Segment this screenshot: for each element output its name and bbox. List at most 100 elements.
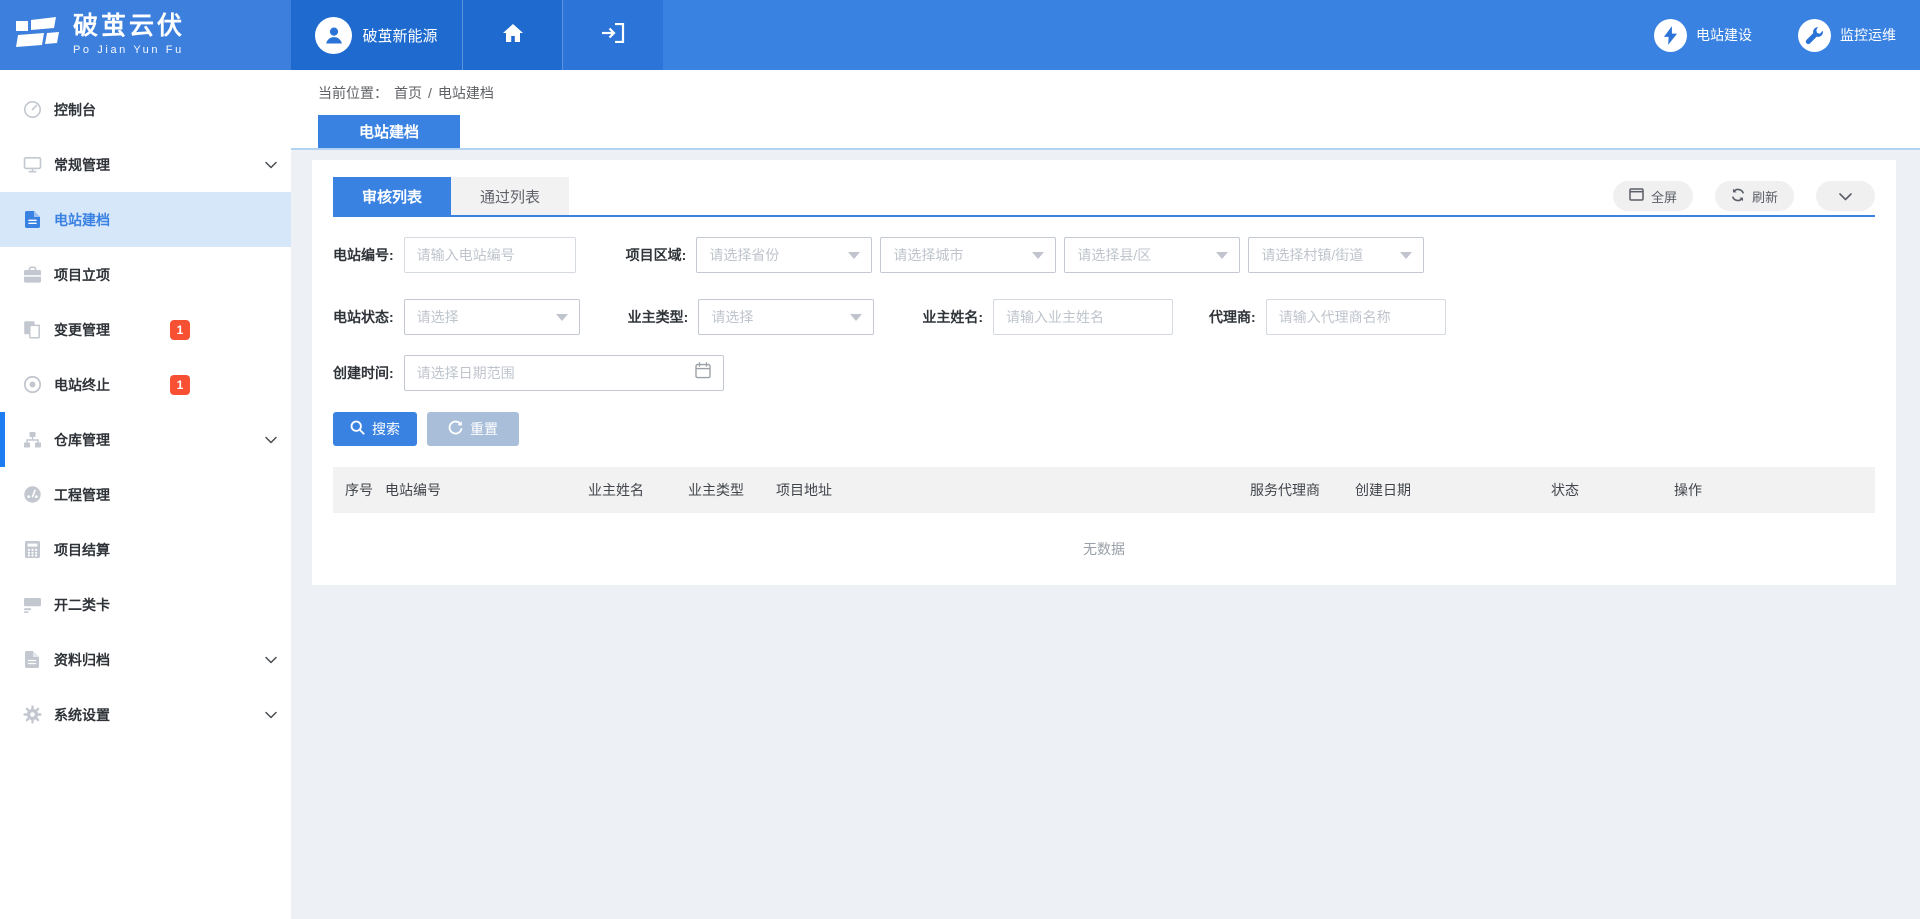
sidebar-item-label: 控制台 <box>54 100 96 120</box>
archive-doc-icon <box>22 650 42 670</box>
collapse-button[interactable] <box>1816 181 1875 211</box>
owner-name-label: 业主姓名: <box>922 307 983 327</box>
chevron-down-icon <box>1839 189 1852 204</box>
sidebar-item-label: 工程管理 <box>54 485 110 505</box>
sidebar-item-open-card[interactable]: 开二类卡 <box>0 577 291 632</box>
column-header-station-no: 电站编号 <box>373 480 576 500</box>
date-range-input[interactable] <box>417 365 695 381</box>
agent-label: 代理商: <box>1209 307 1256 327</box>
company-name: 破茧新能源 <box>362 25 437 46</box>
top-header: 破茧云伏 Po Jian Yun Fu 破茧新能源 <box>0 0 1920 70</box>
filter-actions: 搜索 重置 <box>333 412 1875 446</box>
nav-station-build-label: 电站建设 <box>1696 25 1752 45</box>
owner-type-label: 业主类型: <box>628 307 689 327</box>
breadcrumb-current: 电站建档 <box>438 83 494 103</box>
list-tabs-row: 审核列表 通过列表 全屏 <box>333 177 1875 215</box>
lightning-icon <box>1654 19 1687 52</box>
column-header-owner-type: 业主类型 <box>676 480 764 500</box>
tab-audit-list[interactable]: 审核列表 <box>333 177 451 215</box>
county-select[interactable]: 请选择县/区 <box>1064 237 1240 273</box>
column-header-index: 序号 <box>333 480 373 500</box>
chevron-down-icon <box>265 711 277 718</box>
tab-passed-list[interactable]: 通过列表 <box>451 177 569 215</box>
station-no-input[interactable] <box>404 237 576 273</box>
calendar-icon <box>695 362 711 384</box>
calculator-icon <box>22 540 42 560</box>
filter-row-3: 创建时间: <box>333 355 1875 391</box>
region-label: 项目区域: <box>626 245 687 265</box>
page-tab-station-archive[interactable]: 电站建档 <box>318 115 460 148</box>
city-select-value: 请选择城市 <box>893 245 963 265</box>
reset-button[interactable]: 重置 <box>427 412 519 446</box>
copy-icon <box>22 320 42 340</box>
column-header-project-address: 项目地址 <box>764 480 1238 500</box>
refresh-icon <box>1731 188 1745 205</box>
monitor-icon <box>22 155 42 175</box>
chevron-down-icon <box>265 436 277 443</box>
village-select-value: 请选择村镇/街道 <box>1261 245 1363 265</box>
sidebar-item-label: 资料归档 <box>54 650 110 670</box>
breadcrumb: 当前位置： 首页 / 电站建档 <box>318 83 494 103</box>
sidebar-item-change-mgmt[interactable]: 变更管理 1 <box>0 302 291 357</box>
home-button[interactable] <box>462 0 562 70</box>
logout-button[interactable] <box>562 0 663 70</box>
sidebar-item-engineering-mgmt[interactable]: 工程管理 <box>0 467 291 522</box>
sidebar-item-project-settlement[interactable]: 项目结算 <box>0 522 291 577</box>
breadcrumb-home-link[interactable]: 首页 <box>394 83 422 103</box>
nav-station-build[interactable]: 电站建设 <box>1654 0 1752 70</box>
brand-logo: 破茧云伏 Po Jian Yun Fu <box>0 0 291 70</box>
reset-button-label: 重置 <box>470 419 498 439</box>
fullscreen-button[interactable]: 全屏 <box>1613 181 1693 211</box>
list-panel: 审核列表 通过列表 全屏 <box>312 160 1896 585</box>
search-button[interactable]: 搜索 <box>333 412 417 446</box>
sidebar-item-system-settings[interactable]: 系统设置 <box>0 687 291 742</box>
city-select[interactable]: 请选择城市 <box>880 237 1056 273</box>
province-select-value: 请选择省份 <box>709 245 779 265</box>
sidebar-item-label: 项目立项 <box>54 265 110 285</box>
sidebar-item-label: 电站建档 <box>54 210 110 230</box>
column-header-create-date: 创建日期 <box>1343 480 1539 500</box>
notification-badge: 1 <box>170 320 190 340</box>
notification-badge: 1 <box>170 375 190 395</box>
sidebar-item-general-mgmt[interactable]: 常规管理 <box>0 137 291 192</box>
sidebar-item-console[interactable]: 控制台 <box>0 82 291 137</box>
caret-down-icon <box>848 252 860 259</box>
caret-down-icon <box>1400 252 1412 259</box>
breadcrumb-prefix: 当前位置： <box>318 83 388 103</box>
province-select[interactable]: 请选择省份 <box>696 237 872 273</box>
chevron-down-icon <box>265 656 277 663</box>
village-select[interactable]: 请选择村镇/街道 <box>1248 237 1424 273</box>
sidebar-item-label: 常规管理 <box>54 155 110 175</box>
sidebar-item-warehouse-mgmt[interactable]: 仓库管理 <box>0 412 291 467</box>
filter-row-2: 电站状态: 请选择 业主类型: 请选择 业主姓名: 代理商: <box>333 299 1875 335</box>
breadcrumb-separator: / <box>428 85 432 101</box>
avatar <box>315 17 352 54</box>
sidebar-item-station-archive[interactable]: 电站建档 <box>0 192 291 247</box>
refresh-button[interactable]: 刷新 <box>1715 181 1794 211</box>
create-time-label: 创建时间: <box>333 363 394 383</box>
owner-type-select[interactable]: 请选择 <box>698 299 874 335</box>
agent-input[interactable] <box>1266 299 1446 335</box>
sidebar-item-project-initiation[interactable]: 项目立项 <box>0 247 291 302</box>
date-range-picker[interactable] <box>404 355 724 391</box>
sidebar-item-data-archive[interactable]: 资料归档 <box>0 632 291 687</box>
reset-icon <box>448 420 463 438</box>
sidebar-item-station-terminate[interactable]: 电站终止 1 <box>0 357 291 412</box>
fullscreen-icon <box>1629 188 1644 204</box>
caret-down-icon <box>1216 252 1228 259</box>
owner-name-input[interactable] <box>993 299 1173 335</box>
table-header-row: 序号 电站编号 业主姓名 业主类型 项目地址 服务代理商 创建日期 状态 操作 <box>333 467 1875 513</box>
sitemap-icon <box>22 430 42 450</box>
caret-down-icon <box>850 314 862 321</box>
gauge-icon <box>22 100 42 120</box>
station-status-value: 请选择 <box>417 307 459 327</box>
search-icon <box>350 420 365 438</box>
briefcase-icon <box>22 265 42 285</box>
column-header-service-agent: 服务代理商 <box>1238 480 1343 500</box>
user-menu[interactable]: 破茧新能源 <box>291 0 462 70</box>
nav-monitor-ops[interactable]: 监控运维 <box>1798 0 1896 70</box>
column-header-status: 状态 <box>1539 480 1662 500</box>
station-no-label: 电站编号: <box>333 245 394 265</box>
station-status-select[interactable]: 请选择 <box>404 299 580 335</box>
brand-subtitle: Po Jian Yun Fu <box>73 44 185 56</box>
